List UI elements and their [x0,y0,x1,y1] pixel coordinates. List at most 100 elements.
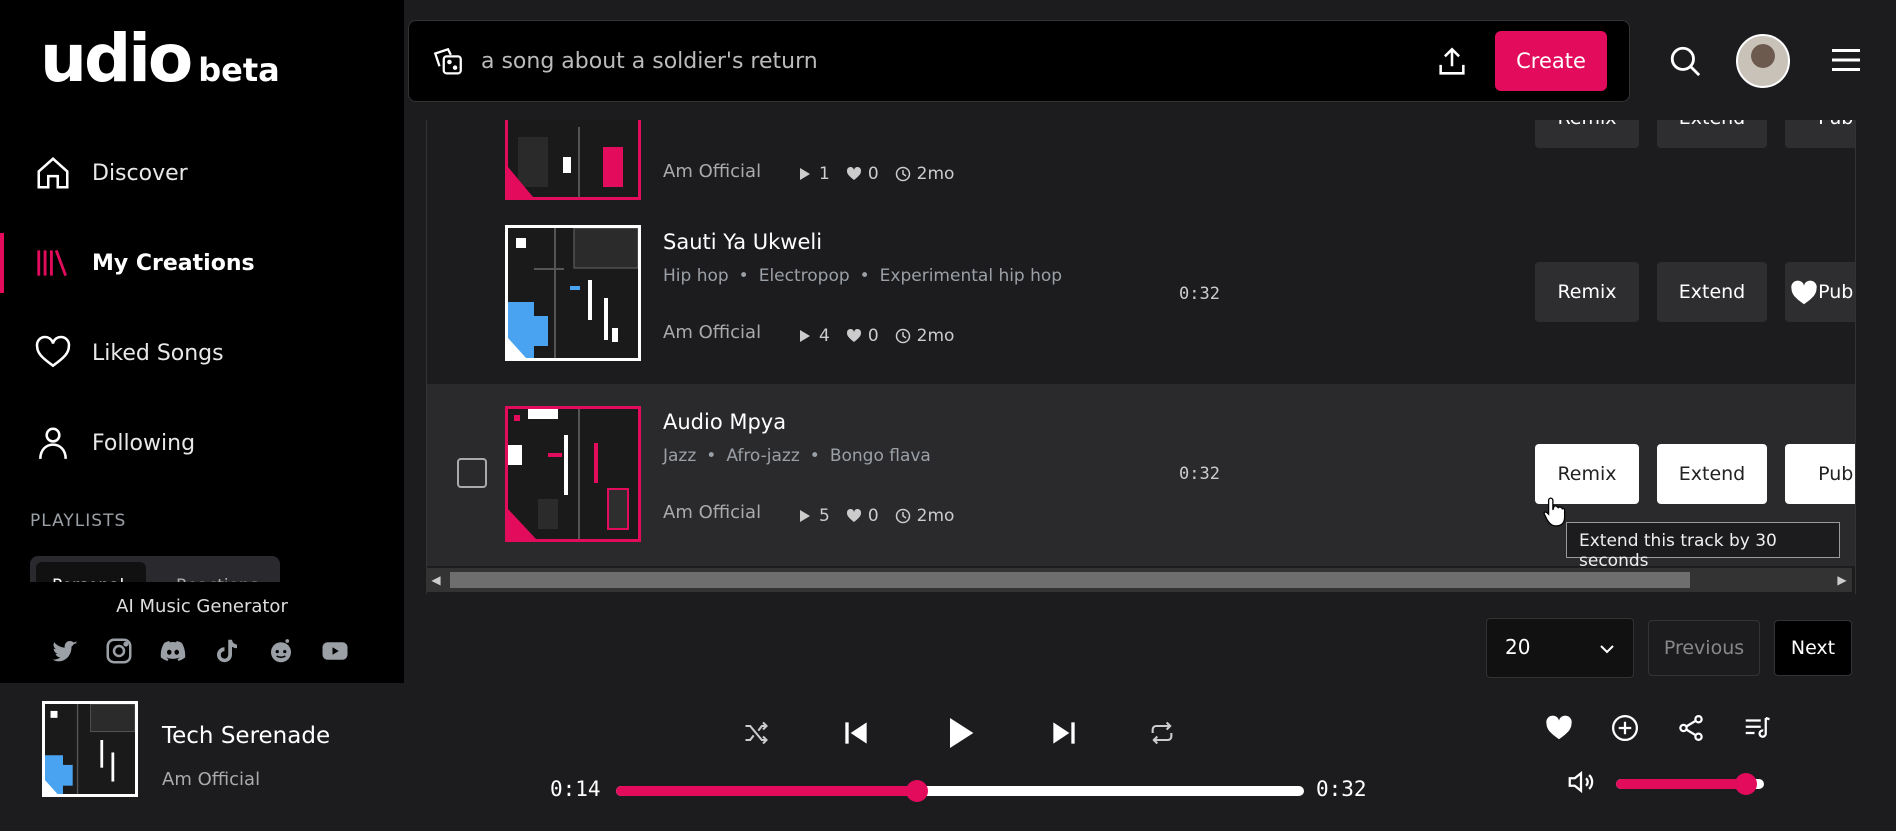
genre-tag[interactable]: Afro-jazz [726,446,799,466]
volume-icon[interactable] [1566,767,1596,797]
logo-beta-label: beta [198,51,280,89]
tab-reactions[interactable]: Reactions [160,562,270,582]
library-icon [37,249,68,277]
share-icon[interactable] [1676,713,1706,743]
nav-following[interactable]: Following [0,413,404,473]
upload-icon[interactable] [1435,45,1469,79]
play-icon[interactable] [940,713,980,753]
track-age: 2mo [916,326,955,346]
nav-my-creations-label: My Creations [92,250,255,276]
youtube-icon[interactable] [320,636,350,666]
random-prompt-dice-icon[interactable] [431,45,465,79]
nav-discover[interactable]: Discover [0,143,404,203]
per-page-select[interactable]: 20 [1486,618,1634,678]
track-duration: 0:32 [1179,284,1220,304]
add-to-playlist-icon[interactable] [1610,713,1640,743]
remix-button[interactable]: Remix [1535,444,1639,504]
like-count: 0 [867,326,879,346]
artwork-pattern [508,120,638,197]
like-heart-icon[interactable] [1789,278,1819,308]
avatar[interactable] [1736,34,1790,88]
player-bar: Tech Serenade Am Official 0:14 0:32 [0,683,1896,831]
artwork-pattern [508,227,639,358]
genre-tag[interactable]: Electropop [759,266,850,286]
ai-music-generator-tagline: AI Music Generator [116,596,288,617]
twitter-icon[interactable] [50,636,80,666]
like-heart-icon[interactable] [1544,713,1574,743]
search-icon[interactable] [1668,44,1702,78]
scrollbar-thumb[interactable] [450,572,1690,588]
track-artist[interactable]: Am Official [663,322,761,343]
shuffle-icon[interactable] [742,719,770,747]
total-time: 0:32 [1316,777,1367,801]
track-select-checkbox[interactable] [457,458,487,488]
queue-icon[interactable] [1742,713,1772,743]
next-page-button[interactable]: Next [1774,620,1852,676]
extend-button[interactable]: Extend [1657,262,1767,322]
extend-tooltip: Extend this track by 30 seconds [1566,522,1840,571]
volume-slider[interactable] [1616,773,1764,795]
play-count: 4 [819,326,830,346]
next-track-icon[interactable] [1048,717,1080,749]
table-row[interactable]: Sauti Ya Ukweli Hip hop • Electropop • E… [427,222,1855,404]
nav-liked-songs-label: Liked Songs [92,340,224,366]
horizontal-scrollbar[interactable]: ◀ ▶ [426,568,1852,592]
track-title[interactable]: Sauti Ya Ukweli [663,230,822,254]
nav-liked-songs[interactable]: Liked Songs [0,323,404,383]
genre-tag[interactable]: Hip hop [663,266,729,286]
track-artwork[interactable] [505,120,641,200]
heart-outline-icon [35,335,71,368]
udio-logo[interactable]: udio beta [40,26,280,92]
track-stats: 5 0 2mo [797,506,954,526]
volume-knob[interactable] [1735,773,1758,795]
track-title[interactable]: Audio Mpya [663,410,786,434]
now-playing-artwork[interactable] [42,701,138,797]
like-count: 0 [867,164,879,184]
genre-tag[interactable]: Jazz [663,446,696,466]
track-artist[interactable]: Am Official [663,161,761,182]
create-button[interactable]: Create [1495,31,1607,91]
like-heart-icon[interactable] [1789,460,1819,490]
discord-icon[interactable] [158,636,188,666]
like-count-icon [846,166,861,180]
now-playing-artist[interactable]: Am Official [162,769,260,790]
publish-button[interactable]: Publish [1785,120,1855,148]
extend-button[interactable]: Extend [1657,444,1767,504]
remix-button[interactable]: Remix [1535,262,1639,322]
genre-tag[interactable]: Experimental hip hop [880,266,1062,286]
track-stats: 1 0 2mo [797,164,954,184]
table-row[interactable]: Am Official 1 0 2mo Remix Extend Publish [427,120,1855,222]
instagram-icon[interactable] [104,636,134,666]
clock-icon [895,508,910,524]
chevron-down-icon [1600,645,1614,654]
remix-button[interactable]: Remix [1535,120,1639,148]
progress-knob[interactable] [906,780,928,802]
scroll-left-arrow[interactable]: ◀ [426,568,446,592]
like-count-icon [846,328,861,342]
track-artwork[interactable] [505,406,641,542]
track-artwork[interactable] [505,225,641,361]
now-playing-title[interactable]: Tech Serenade [162,723,330,749]
reddit-icon[interactable] [266,636,296,666]
home-icon [37,157,69,189]
hamburger-menu-icon[interactable] [1830,46,1862,74]
play-count-icon [800,168,810,180]
playback-progress-slider[interactable] [616,780,1304,802]
repeat-icon[interactable] [1148,719,1176,747]
previous-page-button[interactable]: Previous [1648,620,1760,676]
prompt-input[interactable] [481,41,1381,81]
logo-wordmark: udio [40,20,193,97]
extend-button[interactable]: Extend [1657,120,1767,148]
scroll-right-arrow[interactable]: ▶ [1832,568,1852,592]
genre-tag[interactable]: Bongo flava [830,446,931,466]
track-artist[interactable]: Am Official [663,502,761,523]
progress-fill [616,786,917,796]
previous-track-icon[interactable] [840,717,872,749]
tiktok-icon[interactable] [212,636,242,666]
clock-icon [895,166,910,182]
play-count-icon [800,510,810,522]
playlists-heading: PLAYLISTS [30,511,127,531]
tab-personal[interactable]: Personal [36,562,146,582]
nav-my-creations[interactable]: My Creations [0,233,404,293]
nav-following-label: Following [92,430,196,456]
